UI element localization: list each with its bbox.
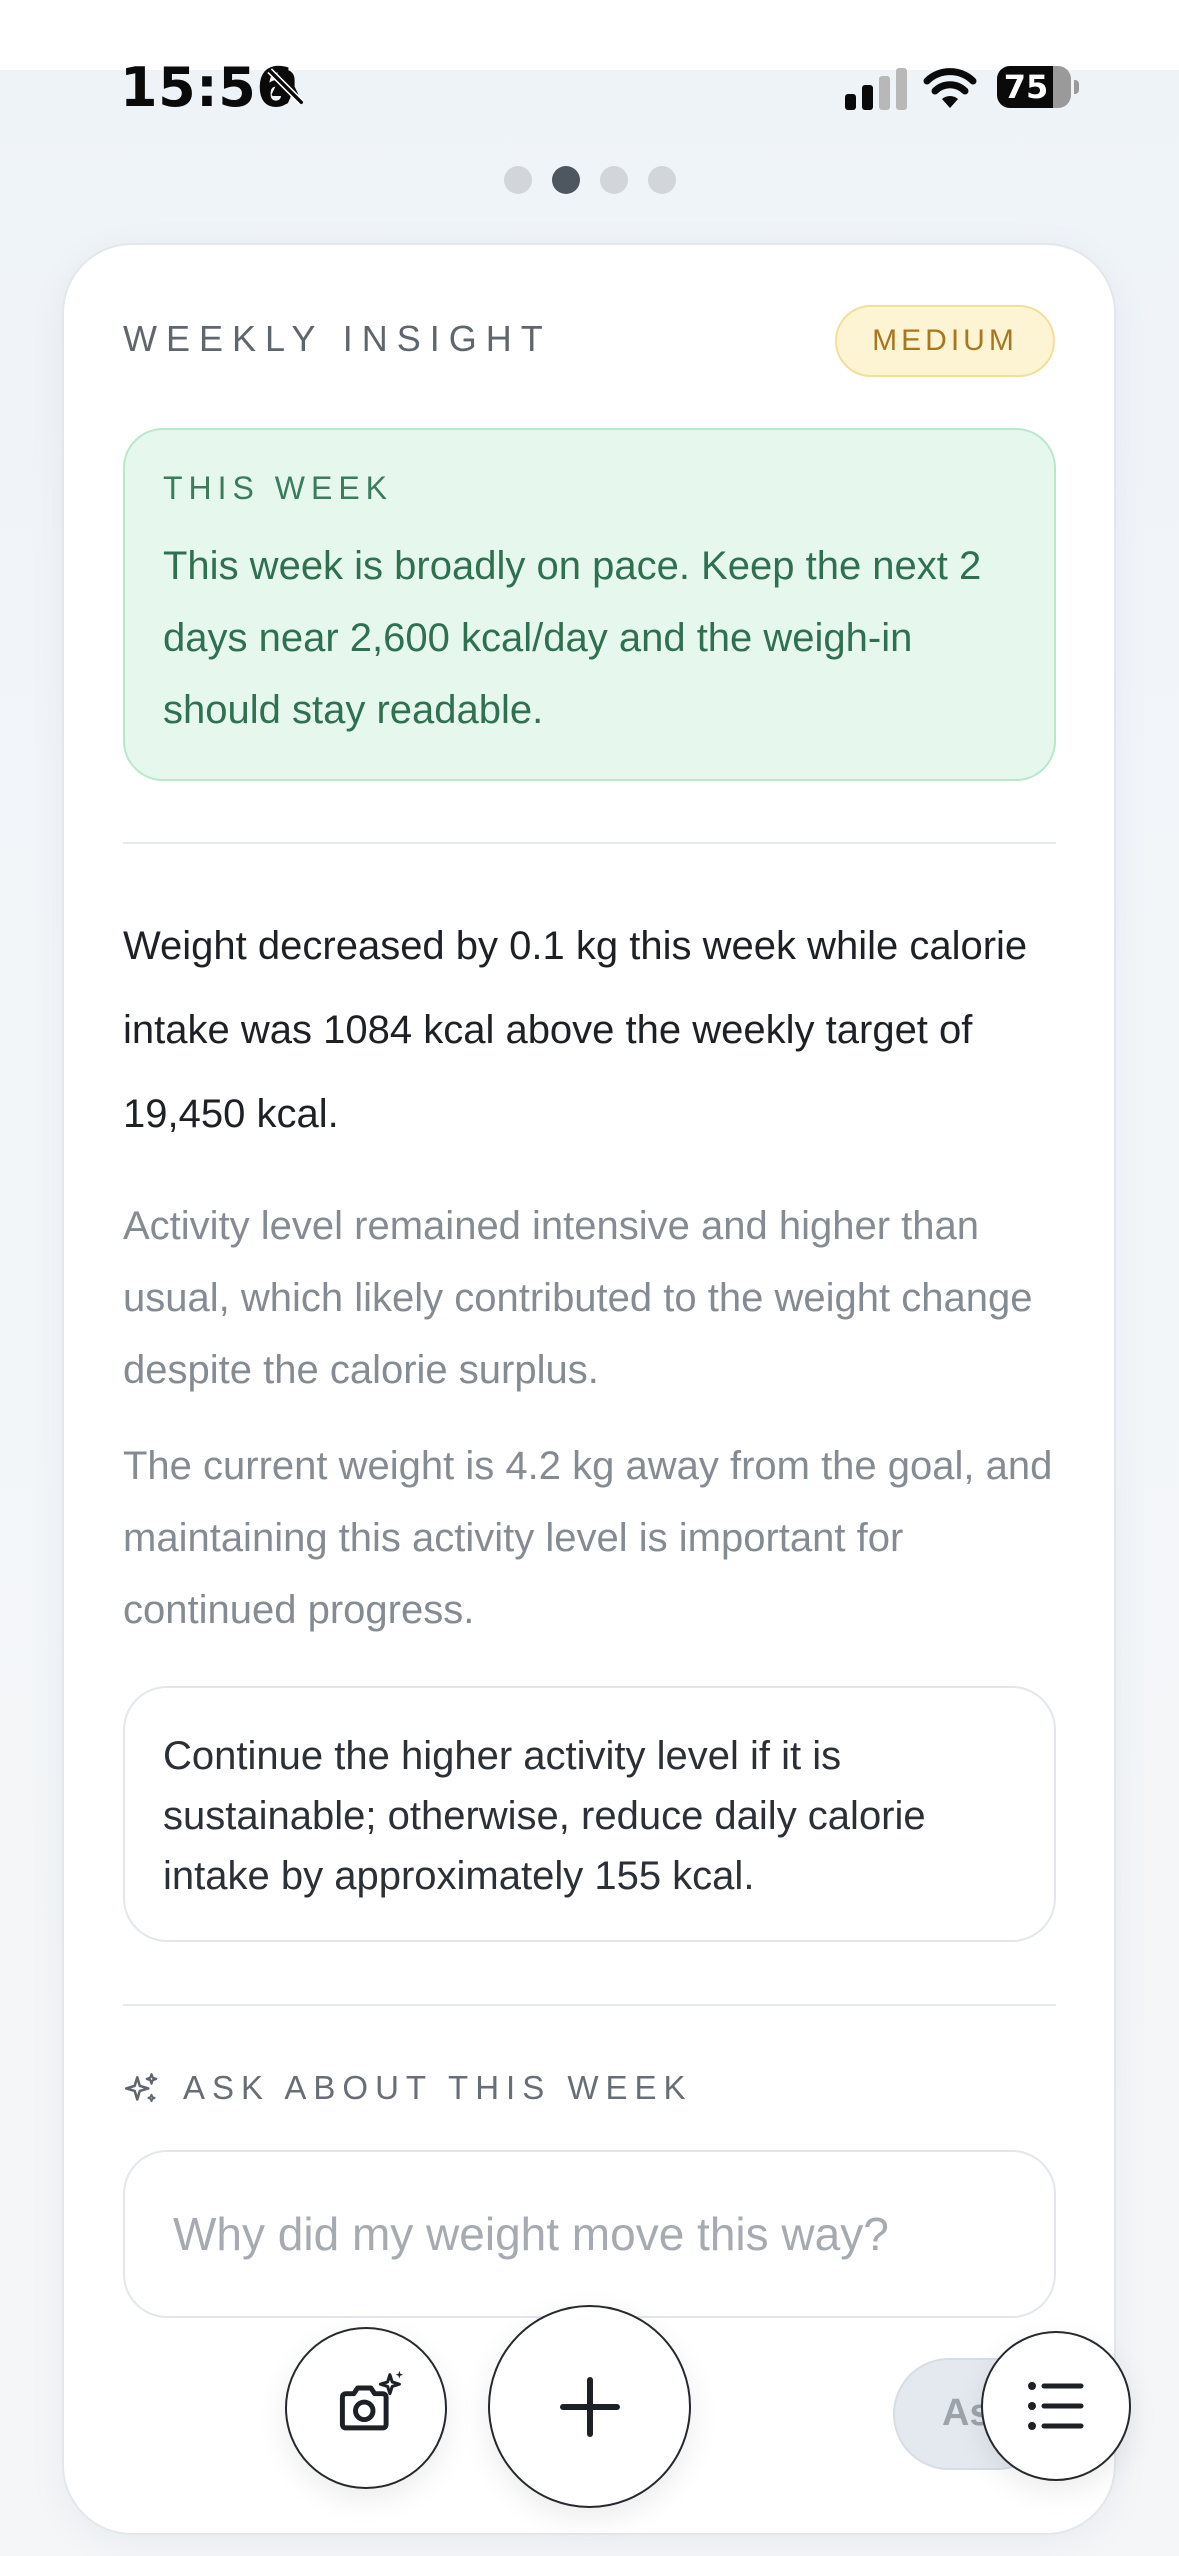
bell-slash-icon [267, 68, 304, 105]
divider [123, 842, 1056, 844]
page-dot[interactable] [600, 166, 628, 194]
battery-level: 75 [1003, 68, 1049, 106]
add-entry-button[interactable] [488, 2305, 691, 2508]
insight-summary: Weight decreased by 0.1 kg this week whi… [123, 924, 1028, 1136]
recommendation-box: Continue the higher activity level if it… [123, 1686, 1056, 1942]
cellular-signal-icon [845, 68, 907, 110]
recommendation-text: Continue the higher activity level if it… [163, 1734, 926, 1898]
page-indicator[interactable] [504, 166, 676, 194]
this-week-label: THIS WEEK [163, 470, 394, 506]
list-icon [1028, 2382, 1084, 2430]
ask-section-label: ASK ABOUT THIS WEEK [183, 2069, 693, 2106]
battery-tip [1074, 80, 1079, 94]
card-title: WEEKLY INSIGHT [123, 318, 552, 359]
ask-question-input[interactable] [123, 2150, 1056, 2318]
ask-section-header: ASK ABOUT THIS WEEK [123, 2065, 923, 2115]
this-week-body: This week is broadly on pace. Keep the n… [163, 544, 982, 732]
battery-body: 75 [997, 66, 1071, 108]
battery-icon: 75 [997, 66, 1079, 108]
scan-meal-button[interactable] [285, 2327, 447, 2489]
page-dot[interactable] [552, 166, 580, 194]
page-dot[interactable] [504, 166, 532, 194]
plus-icon [560, 2377, 620, 2437]
insight-paragraph-activity: Activity level remained intensive and hi… [123, 1204, 1033, 1392]
confidence-badge: MEDIUM [835, 305, 1055, 377]
this-week-panel: THIS WEEK This week is broadly on pace. … [123, 428, 1056, 781]
insight-paragraph-goal: The current weight is 4.2 kg away from t… [123, 1444, 1053, 1632]
camera-sparkle-icon [339, 2370, 404, 2431]
sparkle-icon [124, 2073, 158, 2103]
status-bar: 15:56 75 [0, 0, 1179, 150]
page-dot[interactable] [648, 166, 676, 194]
divider [123, 2004, 1056, 2006]
menu-button[interactable] [981, 2331, 1131, 2481]
wifi-icon [923, 68, 977, 108]
